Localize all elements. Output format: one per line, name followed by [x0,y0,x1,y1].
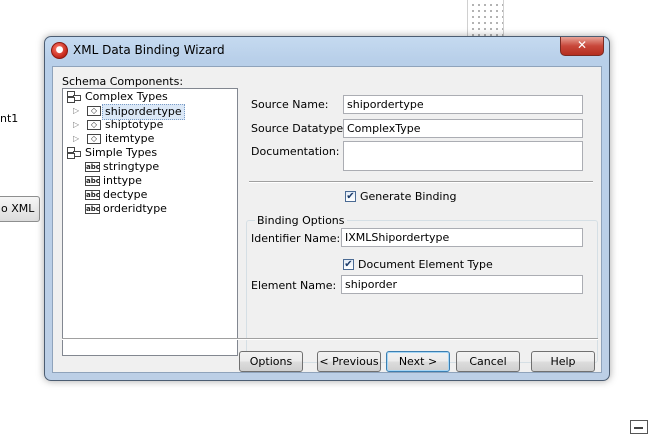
expand-arrow-icon[interactable]: ▷ [73,104,81,118]
next-button[interactable]: Next > [386,351,450,372]
abc-icon: abc [85,176,100,186]
section-separator [249,181,593,183]
close-button[interactable]: ✕ [560,37,604,56]
element-name-label: Element Name: [251,279,337,292]
xml-data-binding-wizard-window: ● XML Data Binding Wizard ✕ Schema Compo… [44,36,610,381]
expand-arrow-icon[interactable]: ▷ [73,118,81,132]
tree-item-label: itemtype [105,132,155,145]
element-icon: ◇ [87,120,101,130]
app-icon: ● [51,42,68,59]
generate-binding-checkbox[interactable]: ✔ [345,191,356,202]
documentation-field[interactable] [343,141,583,171]
abc-icon: abc [85,190,100,200]
group-icon [67,91,81,103]
schema-components-label: Schema Components: [62,75,184,88]
generate-binding-label[interactable]: Generate Binding [360,190,456,203]
identifier-name-label: Identifier Name: [251,232,341,245]
document-element-type-label[interactable]: Document Element Type [358,258,493,271]
wizard-client-area: Schema Components: Complex Types ▷ ◇ shi… [52,66,602,373]
identifier-name-field[interactable]: IXMLShipordertype [341,228,583,247]
tree-item-label: inttype [103,174,142,187]
documentation-label: Documentation: [251,145,340,158]
source-name-field[interactable]: shipordertype [343,95,583,114]
binding-options-title: Binding Options [255,214,347,227]
window-title: XML Data Binding Wizard [73,43,225,57]
element-icon: ◇ [87,134,101,144]
tree-item-label: orderidtype [103,202,167,215]
tree-item-label: Simple Types [85,146,158,159]
schema-components-tree[interactable]: Complex Types ▷ ◇ shipordertype ▷ ◇ ship… [62,88,238,356]
help-button[interactable]: Help [531,351,595,372]
background-minimize-icon[interactable] [630,420,648,434]
source-datatype-field[interactable]: ComplexType [343,119,583,138]
tree-item-label: shiptotype [105,118,164,131]
abc-icon: abc [85,204,100,214]
options-button[interactable]: Options [239,351,303,372]
tree-item-label: Complex Types [85,90,168,103]
background-to-xml-button[interactable]: o XML [0,196,40,222]
cancel-button[interactable]: Cancel [456,351,520,372]
background-text: nt1 [0,112,19,125]
group-icon [67,147,81,159]
bottom-separator [62,338,598,340]
document-element-type-checkbox[interactable]: ✔ [343,259,354,270]
element-icon: ◇ [87,106,101,116]
source-datatype-label: Source Datatype: [251,122,347,135]
abc-icon: abc [85,162,100,172]
expand-arrow-icon[interactable]: ▷ [73,132,81,146]
tree-item-label: dectype [103,188,148,201]
element-name-field[interactable]: shiporder [341,275,583,294]
previous-button[interactable]: < Previous [317,351,381,372]
tree-item-label: stringtype [103,160,160,173]
source-name-label: Source Name: [251,98,329,111]
background-dotted-panel [467,0,504,36]
